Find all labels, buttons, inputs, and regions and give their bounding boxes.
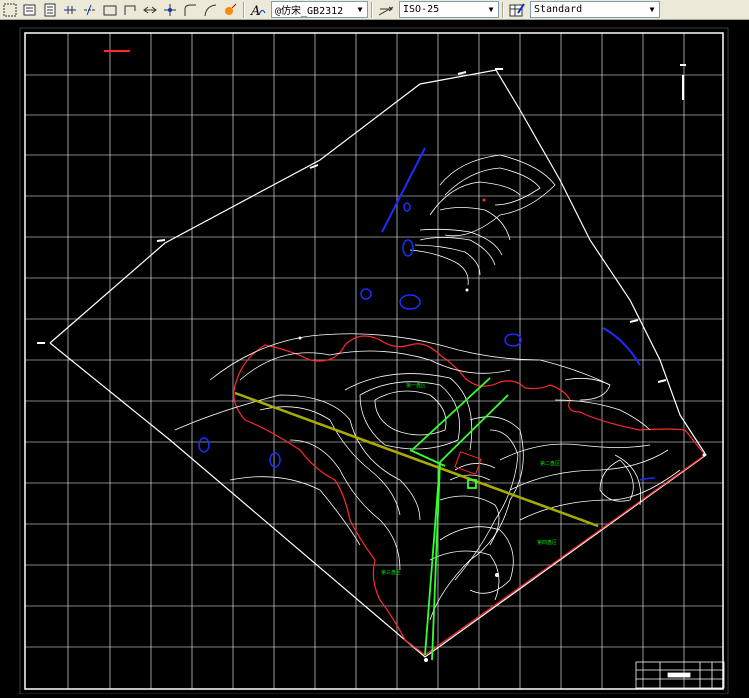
extend-icon[interactable]	[161, 1, 179, 19]
northern-contours	[409, 154, 556, 286]
toolbar-separator	[371, 1, 373, 18]
drawing-frame	[24, 32, 724, 690]
svg-text:A: A	[250, 4, 260, 17]
mining-contours	[174, 333, 681, 621]
toolbar-separator	[243, 1, 245, 18]
explode-icon[interactable]	[221, 1, 239, 19]
chevron-down-icon: ▼	[488, 5, 494, 14]
fillet-icon[interactable]	[201, 1, 219, 19]
area-label-1: 第一盘区	[406, 382, 426, 389]
chevron-down-icon: ▼	[357, 5, 363, 14]
select-icon[interactable]	[1, 1, 19, 19]
table-style-value: Standard	[534, 4, 583, 15]
text-style-icon[interactable]: A	[249, 1, 267, 19]
area-label-3: 第三盘区	[381, 569, 401, 576]
title-block	[635, 661, 725, 689]
table-style-select[interactable]: Standard ▼	[530, 1, 660, 18]
toolbar-separator	[502, 1, 504, 18]
dim-style-select[interactable]: ISO-25 ▼	[399, 1, 499, 18]
red-marker	[454, 451, 482, 475]
dim-style-value: ISO-25	[403, 4, 440, 15]
table-style-icon[interactable]	[508, 1, 526, 19]
area-label-2: 第二盘区	[540, 460, 560, 467]
rect-icon[interactable]	[101, 1, 119, 19]
move-icon[interactable]	[141, 1, 159, 19]
polyline-icon[interactable]	[121, 1, 139, 19]
text-style-select[interactable]: @仿宋_GB2312 ▼	[271, 1, 368, 18]
text-style-value: @仿宋_GB2312	[275, 6, 344, 17]
property-boundary	[49, 69, 707, 658]
line-icon[interactable]	[81, 1, 99, 19]
arc-icon[interactable]	[181, 1, 199, 19]
red-point	[482, 198, 486, 202]
dimension-icon[interactable]	[61, 1, 79, 19]
list-icon[interactable]	[41, 1, 59, 19]
boundary-marks	[37, 64, 686, 383]
layer-icon[interactable]	[21, 1, 39, 19]
drawing-outer-frame	[19, 27, 729, 695]
section-line-highlight	[234, 392, 599, 527]
toolbar: A @仿宋_GB2312 ▼ ISO-25 ▼ Standard ▼	[0, 0, 749, 20]
drawing-canvas[interactable]: 第一盘区 第二盘区 第三盘区 第四盘区	[0, 20, 749, 695]
grid	[24, 32, 724, 690]
area-label-4: 第四盘区	[537, 539, 557, 546]
dim-style-icon[interactable]	[377, 1, 395, 19]
chevron-down-icon: ▼	[649, 5, 655, 14]
